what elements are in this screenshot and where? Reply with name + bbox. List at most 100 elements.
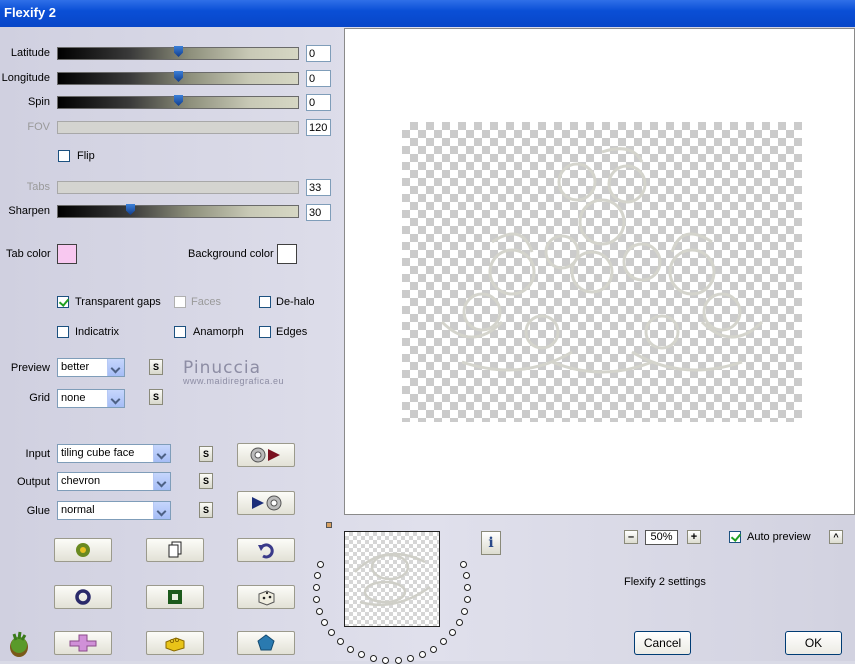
longitude-value[interactable]: 0 (306, 70, 331, 87)
output-select-value: chevron (61, 475, 101, 487)
chevron-down-icon[interactable] (153, 445, 170, 462)
watermark: Pinuccia www.maidiregrafica.eu (183, 358, 284, 386)
longitude-label: Longitude (1, 72, 50, 84)
spin-slider[interactable] (57, 96, 299, 109)
navigator-ring-dot (463, 596, 471, 604)
collapse-button[interactable]: ^ (829, 530, 843, 544)
brick-icon (165, 637, 185, 652)
glue-s-button[interactable]: S (199, 502, 213, 518)
undo-button[interactable] (237, 538, 295, 562)
longitude-slider[interactable] (57, 72, 299, 85)
chevron-down-icon[interactable] (107, 390, 124, 407)
output-s-button[interactable]: S (199, 473, 213, 489)
ok-button[interactable]: OK (785, 631, 842, 655)
preview-select-value: better (61, 361, 90, 373)
longitude-thumb[interactable] (174, 71, 183, 84)
faces-checkbox (174, 296, 186, 308)
flip-checkbox[interactable] (58, 150, 70, 162)
glue-select-value: normal (61, 504, 95, 516)
sharpen-label: Sharpen (8, 205, 50, 217)
output-select[interactable]: chevron (57, 472, 171, 491)
zoom-in-button[interactable]: + (687, 530, 701, 544)
dehalo-label: De-halo (276, 296, 315, 308)
sharpen-slider[interactable] (57, 205, 299, 218)
preview-select[interactable]: better (57, 358, 125, 377)
spin-label: Spin (27, 96, 50, 108)
cross-button[interactable] (54, 631, 112, 655)
faces-label: Faces (191, 296, 221, 308)
chevron-down-icon[interactable] (153, 473, 170, 490)
tab-color-swatch[interactable] (57, 244, 77, 264)
square-button[interactable] (146, 585, 204, 609)
output-label: Output (16, 476, 50, 488)
input-label: Input (25, 448, 50, 460)
indicatrix-checkbox[interactable] (57, 326, 69, 338)
glue-select[interactable]: normal (57, 501, 171, 520)
grid-select-value: none (61, 392, 86, 404)
sharpen-value[interactable]: 30 (306, 204, 331, 221)
input-s-button[interactable]: S (199, 446, 213, 462)
preview-s-button[interactable]: S (149, 359, 163, 375)
settings-status: Flexify 2 settings (624, 576, 706, 588)
navigator-ring-dot (312, 584, 320, 592)
dehalo-checkbox[interactable] (259, 296, 271, 308)
input-select-value: tiling cube face (61, 447, 135, 459)
grid-select[interactable]: none (57, 389, 125, 408)
chevron-down-icon[interactable] (153, 502, 170, 519)
edges-label: Edges (276, 326, 308, 338)
flower-icon (76, 543, 90, 557)
zoom-out-button[interactable]: – (624, 530, 638, 544)
dice-button[interactable] (237, 585, 295, 609)
ring-button[interactable] (54, 585, 112, 609)
input-to-output-button[interactable] (237, 443, 295, 467)
background-color-swatch[interactable] (277, 244, 297, 264)
anamorph-label: Anamorph (193, 326, 244, 338)
spin-thumb[interactable] (174, 95, 183, 108)
spin-value[interactable]: 0 (306, 94, 331, 111)
cross-icon (69, 634, 97, 652)
preview-label: Preview (10, 362, 50, 374)
navigator-ring-dot (459, 560, 467, 568)
grid-s-button[interactable]: S (149, 389, 163, 405)
auto-preview-checkbox[interactable] (729, 531, 741, 543)
sharpen-thumb[interactable] (126, 204, 135, 217)
tab-color-label: Tab color (6, 248, 51, 260)
tabs-value[interactable]: 33 (306, 179, 331, 196)
cancel-button[interactable]: Cancel (634, 631, 691, 655)
preview-image (402, 122, 802, 422)
latitude-label: Latitude (10, 47, 50, 59)
zoom-value: 50% (645, 530, 678, 545)
latitude-slider[interactable] (57, 47, 299, 60)
arrow-disc-icon (252, 495, 282, 511)
info-button[interactable]: i (481, 531, 501, 555)
randomize-button[interactable] (54, 538, 112, 562)
fov-label: FOV (27, 121, 50, 133)
ring-icon (75, 589, 91, 605)
latitude-thumb[interactable] (174, 46, 183, 59)
edges-checkbox[interactable] (259, 326, 271, 338)
flip-label: Flip (77, 150, 95, 162)
navigator-thumbnail[interactable] (344, 531, 440, 627)
fov-value[interactable]: 120 (306, 119, 331, 136)
tabs-label: Tabs (26, 181, 50, 193)
navigator-handle[interactable] (326, 522, 332, 528)
auto-preview-label: Auto preview (747, 531, 811, 543)
navigator-ring-dot (369, 655, 377, 663)
chevron-down-icon[interactable] (107, 359, 124, 376)
copy-button[interactable] (146, 538, 204, 562)
output-to-input-button[interactable] (237, 491, 295, 515)
pentagon-button[interactable] (237, 631, 295, 655)
input-select[interactable]: tiling cube face (57, 444, 171, 463)
title-bar: Flexify 2 (0, 0, 855, 27)
transparent-gaps-label: Transparent gaps (75, 296, 161, 308)
navigator-ring-dot (407, 655, 415, 663)
undo-icon (258, 543, 274, 559)
brick-button[interactable] (146, 631, 204, 655)
square-icon (168, 590, 182, 604)
latitude-value[interactable]: 0 (306, 45, 331, 62)
transparent-gaps-checkbox[interactable] (57, 296, 69, 308)
anamorph-checkbox[interactable] (174, 326, 186, 338)
pentagon-icon (257, 634, 275, 651)
fov-slider (57, 121, 299, 134)
flexify-logo-icon (6, 630, 32, 658)
